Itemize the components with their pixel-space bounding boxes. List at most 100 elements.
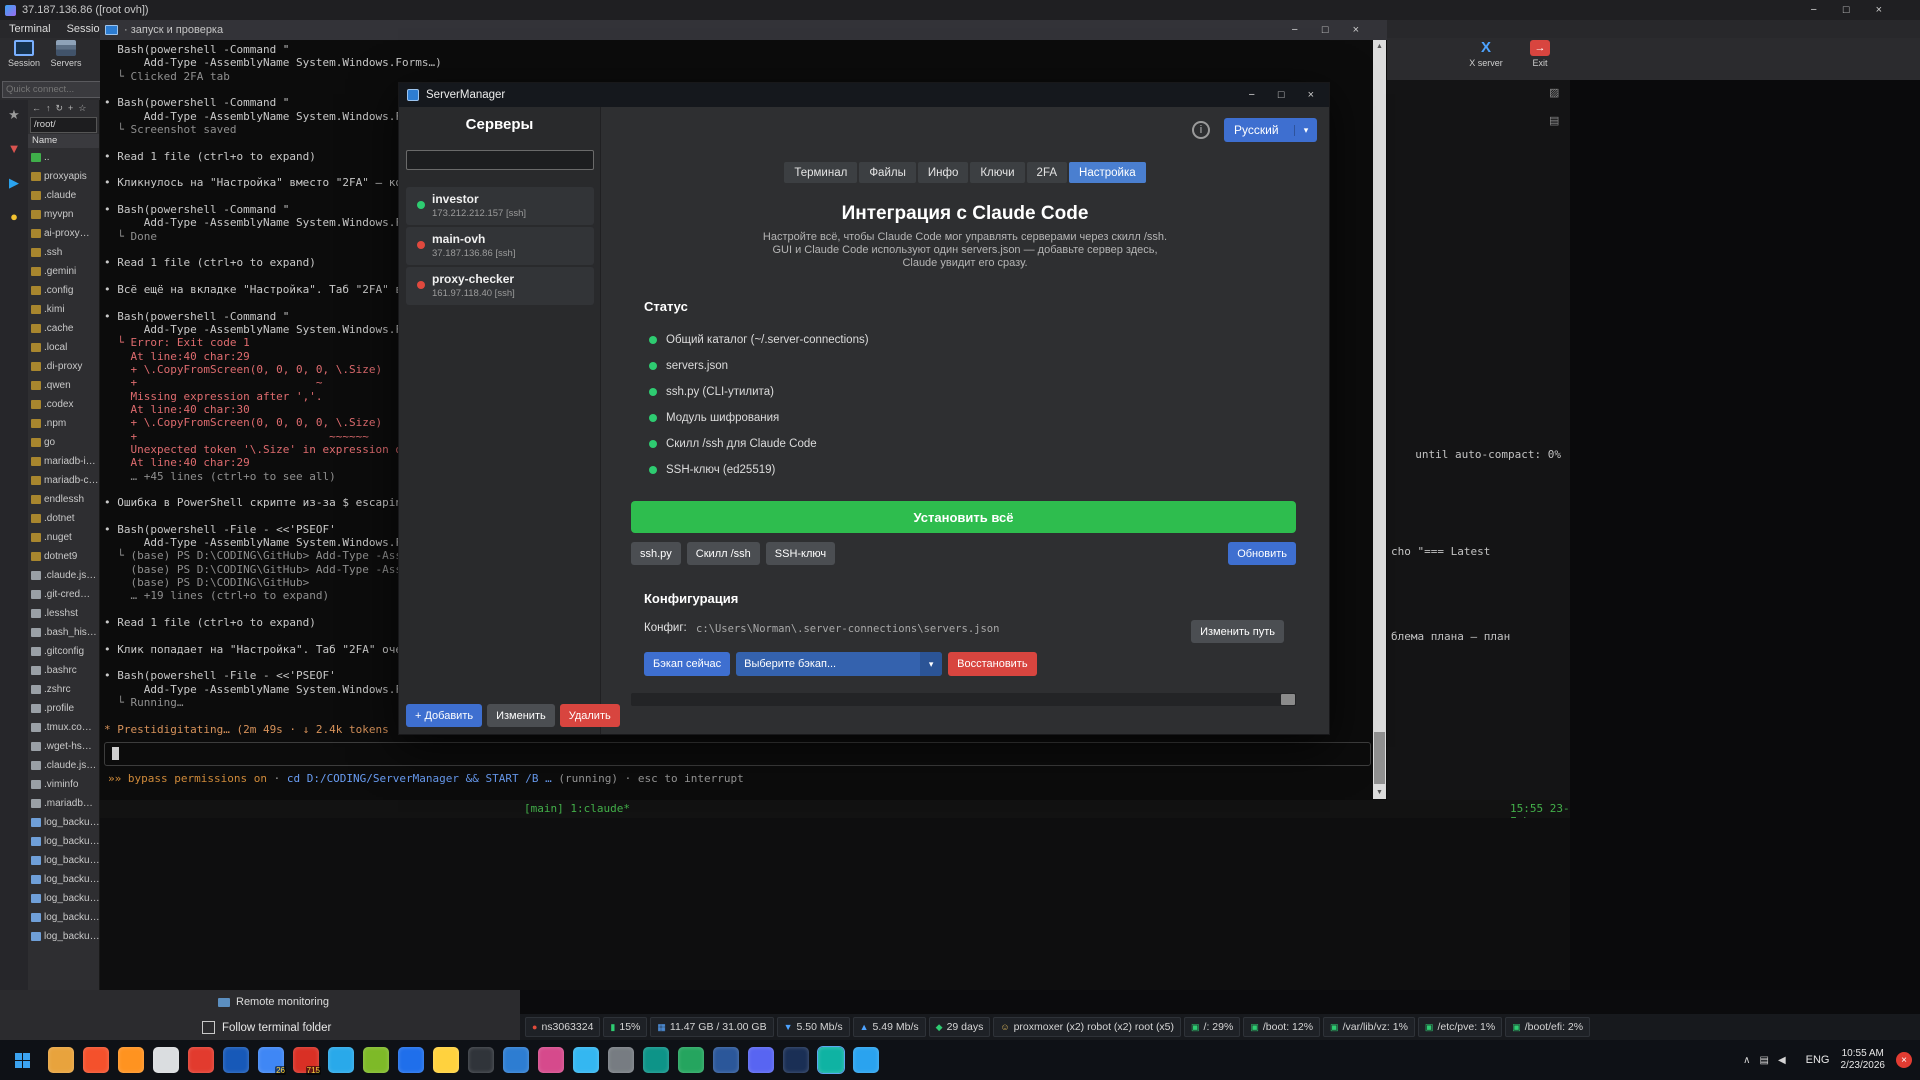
taskbar-app-icon[interactable] (608, 1047, 634, 1073)
file-tree-item[interactable]: .di-proxy (28, 357, 99, 376)
file-nav-icon[interactable]: ☆ (78, 103, 86, 114)
file-tree-item[interactable]: log_backu… (28, 889, 99, 908)
taskbar-app-icon[interactable] (748, 1047, 774, 1073)
current-path-field[interactable]: /root/ (30, 117, 97, 133)
file-tree-item[interactable]: .codex (28, 395, 99, 414)
tab-терминал[interactable]: Терминал (784, 162, 857, 183)
tray-icon[interactable]: ◀ (1778, 1055, 1786, 1066)
tab-2fa[interactable]: 2FA (1027, 162, 1067, 183)
install-all-button[interactable]: Установить всё (631, 501, 1296, 533)
scrollbar-thumb[interactable] (1374, 732, 1385, 784)
servermanager-titlebar[interactable]: ServerManager − □ × (399, 83, 1329, 107)
terminal-close-icon[interactable]: × (1353, 24, 1359, 36)
file-tree-item[interactable]: log_backu… (28, 908, 99, 927)
file-tree-item[interactable]: mariadb-c… (28, 471, 99, 490)
file-tree-item[interactable]: ai-proxy… (28, 224, 99, 243)
sm-maximize-icon[interactable]: □ (1278, 89, 1285, 101)
scroll-up-icon[interactable]: ▲ (1373, 40, 1386, 53)
file-tree-item[interactable]: .claude.js… (28, 566, 99, 585)
terminal-maximize-icon[interactable]: □ (1322, 24, 1329, 36)
taskbar-app-icon[interactable] (643, 1047, 669, 1073)
file-tree-item[interactable]: .mariadb… (28, 794, 99, 813)
ball-icon[interactable]: ● (10, 210, 18, 224)
notification-icon[interactable]: × (1896, 1052, 1912, 1068)
toolbar-servers-button[interactable]: Servers (46, 40, 86, 68)
file-tree-item[interactable]: log_backu… (28, 870, 99, 889)
checkbox-icon[interactable] (202, 1021, 215, 1034)
taskbar-app-icon[interactable] (328, 1047, 354, 1073)
server-search-input[interactable] (406, 150, 594, 170)
file-tree-item[interactable]: .local (28, 338, 99, 357)
file-tree-item[interactable]: log_backu… (28, 851, 99, 870)
taskbar-app-icon[interactable] (83, 1047, 109, 1073)
taskbar-app-icon[interactable] (188, 1047, 214, 1073)
component-button[interactable]: Скилл /ssh (687, 542, 760, 565)
file-tree-item[interactable]: .config (28, 281, 99, 300)
maximize-icon[interactable]: □ (1843, 4, 1850, 16)
file-tree-item[interactable]: .profile (28, 699, 99, 718)
server-list-item[interactable]: investor173.212.212.157 [ssh] (406, 187, 594, 225)
taskbar-app-icon[interactable] (713, 1047, 739, 1073)
quick-connect-input[interactable] (2, 81, 102, 98)
taskbar-app-icon[interactable] (433, 1047, 459, 1073)
taskbar-app-icon[interactable] (118, 1047, 144, 1073)
tab-инфо[interactable]: Инфо (918, 162, 968, 183)
taskbar-app-icon[interactable]: 26 (258, 1047, 284, 1073)
sm-close-icon[interactable]: × (1308, 89, 1314, 101)
file-tree-item[interactable]: .tmux.co… (28, 718, 99, 737)
file-tree-item[interactable]: log_backu… (28, 832, 99, 851)
toolbar-session-button[interactable]: Session (4, 40, 44, 68)
claude-input-box[interactable] (104, 742, 1371, 766)
change-path-button[interactable]: Изменить путь (1191, 620, 1284, 643)
terminal-minimize-icon[interactable]: − (1291, 24, 1297, 36)
edge-pen-icon[interactable]: ▨ (1549, 86, 1559, 99)
toolbar-exit-button[interactable]: →Exit (1520, 40, 1560, 68)
start-button[interactable] (0, 1040, 44, 1080)
file-tree-item[interactable]: proxyapis (28, 167, 99, 186)
toolbar-xserver-button[interactable]: XX server (1466, 40, 1506, 68)
file-tree-item[interactable]: log_backu… (28, 813, 99, 832)
file-tree-item[interactable]: log_backu… (28, 927, 99, 946)
refresh-button[interactable]: Обновить (1228, 542, 1296, 565)
taskbar-app-icon[interactable] (783, 1047, 809, 1073)
backup-select[interactable]: Выберите бэкап... ▾ (736, 652, 942, 676)
scroll-down-icon[interactable]: ▼ (1373, 786, 1386, 799)
file-tree-item[interactable]: dotnet9 (28, 547, 99, 566)
star-icon[interactable]: ★ (8, 108, 20, 122)
taskbar-app-icon[interactable] (223, 1047, 249, 1073)
taskbar-app-icon[interactable] (363, 1047, 389, 1073)
add-server-button[interactable]: + Добавить (406, 704, 482, 727)
server-list-item[interactable]: main-ovh37.187.136.86 [ssh] (406, 227, 594, 265)
taskbar-app-icon[interactable] (468, 1047, 494, 1073)
file-tree-item[interactable]: go (28, 433, 99, 452)
component-button[interactable]: ssh.py (631, 542, 681, 565)
file-tree-item[interactable]: .npm (28, 414, 99, 433)
taskbar-app-icon[interactable] (398, 1047, 424, 1073)
tray-icon[interactable]: ∧ (1743, 1055, 1750, 1066)
file-nav-icon[interactable]: + (68, 103, 73, 113)
file-tree-item[interactable]: .. (28, 148, 99, 167)
file-tree-item[interactable]: .gemini (28, 262, 99, 281)
clock[interactable]: 10:55 AM 2/23/2026 (1841, 1048, 1886, 1073)
file-tree-item[interactable]: .qwen (28, 376, 99, 395)
file-tree-item[interactable]: .nuget (28, 528, 99, 547)
keyboard-language[interactable]: ENG (1806, 1054, 1830, 1066)
remote-monitoring-toggle[interactable]: Remote monitoring (218, 996, 329, 1008)
file-tree-item[interactable]: endlessh (28, 490, 99, 509)
file-tree-item[interactable]: .dotnet (28, 509, 99, 528)
taskbar-app-icon[interactable] (853, 1047, 879, 1073)
taskbar-app-icon[interactable] (818, 1047, 844, 1073)
info-icon[interactable]: i (1192, 121, 1210, 139)
taskbar-app-icon[interactable] (573, 1047, 599, 1073)
edit-server-button[interactable]: Изменить (487, 704, 555, 727)
server-list-item[interactable]: proxy-checker161.97.118.40 [ssh] (406, 267, 594, 305)
file-tree-item[interactable]: .viminfo (28, 775, 99, 794)
menu-item-terminal[interactable]: Terminal (9, 23, 51, 35)
close-icon[interactable]: × (1876, 4, 1882, 16)
horizontal-scrollbar[interactable] (631, 693, 1296, 706)
scrollbar-thumb[interactable] (1281, 694, 1295, 705)
file-nav-icon[interactable]: ↑ (46, 103, 51, 113)
file-tree-item[interactable]: .claude (28, 186, 99, 205)
pin-icon[interactable]: ▼ (8, 142, 21, 156)
file-tree-item[interactable]: .gitconfig (28, 642, 99, 661)
